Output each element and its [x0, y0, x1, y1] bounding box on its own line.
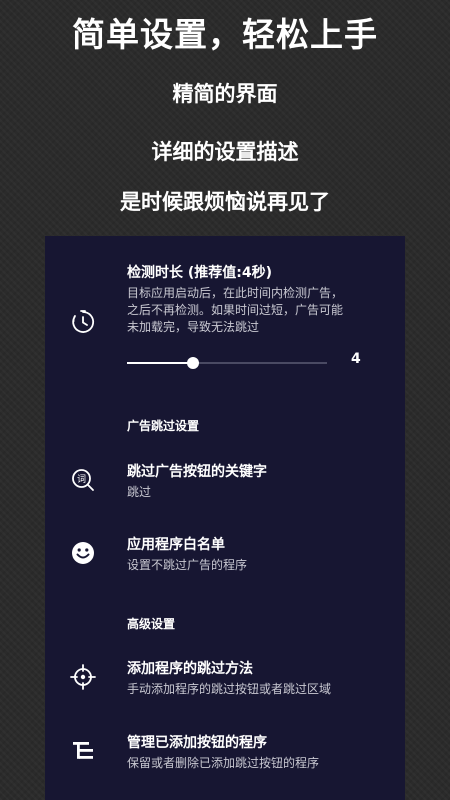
manage-buttons-setting[interactable]: 管理已添加按钮的程序 保留或者删除已添加跳过按钮的程序: [45, 726, 405, 786]
hero-line-1: 精简的界面: [172, 81, 278, 106]
slider-fill: [127, 362, 193, 364]
advanced-section-header: 高级设置: [127, 617, 176, 631]
hero-line-3: 是时候跟烦恼说再见了: [120, 189, 330, 214]
detection-duration-desc-3: 未加载完，导致无法跳过: [127, 320, 260, 334]
detection-duration-setting: 检测时长 (推荐值:4秒) 目标应用启动后，在此时间内检测广告， 之后不再检测。…: [45, 236, 405, 386]
list-manage-icon: [67, 735, 99, 767]
svg-text:词: 词: [77, 474, 86, 485]
settings-panel: 检测时长 (推荐值:4秒) 目标应用启动后，在此时间内检测广告， 之后不再检测。…: [45, 236, 405, 800]
hero-line-2: 详细的设置描述: [151, 139, 299, 164]
skip-keyword-setting[interactable]: 词 跳过广告按钮的关键字 跳过: [45, 451, 405, 511]
promo-header: 简单设置，轻松上手 精简的界面 详细的设置描述 是时候跟烦恼说再见了: [0, 0, 450, 236]
add-skip-method-subtitle: 手动添加程序的跳过按钮或者跳过区域: [127, 682, 332, 696]
manage-buttons-title: 管理已添加按钮的程序: [127, 735, 267, 751]
manage-buttons-subtitle: 保留或者删除已添加跳过按钮的程序: [127, 756, 320, 770]
detection-duration-title: 检测时长 (推荐值:4秒): [127, 265, 273, 281]
add-skip-method-setting[interactable]: 添加程序的跳过方法 手动添加程序的跳过按钮或者跳过区域: [45, 650, 405, 710]
smiley-icon: [67, 537, 99, 569]
skip-keyword-subtitle: 跳过: [127, 485, 152, 499]
app-whitelist-subtitle: 设置不跳过广告的程序: [127, 558, 248, 572]
detection-duration-value: 4: [351, 351, 361, 367]
hero-title: 简单设置，轻松上手: [72, 15, 378, 54]
slider-thumb[interactable]: [187, 357, 199, 369]
detection-duration-slider[interactable]: [127, 356, 327, 370]
skip-keyword-title: 跳过广告按钮的关键字: [127, 464, 267, 480]
detection-duration-desc-2: 之后不再检测。如果时间过短，广告可能: [127, 303, 344, 317]
crosshair-icon: [67, 661, 99, 693]
timer-icon: [67, 306, 99, 338]
app-whitelist-title: 应用程序白名单: [127, 537, 225, 553]
ad-skip-section-header: 广告跳过设置: [127, 419, 200, 433]
detection-duration-desc-1: 目标应用启动后，在此时间内检测广告，: [127, 286, 344, 300]
add-skip-method-title: 添加程序的跳过方法: [127, 661, 253, 677]
app-whitelist-setting[interactable]: 应用程序白名单 设置不跳过广告的程序: [45, 528, 405, 588]
keyword-search-icon: 词: [67, 464, 99, 496]
